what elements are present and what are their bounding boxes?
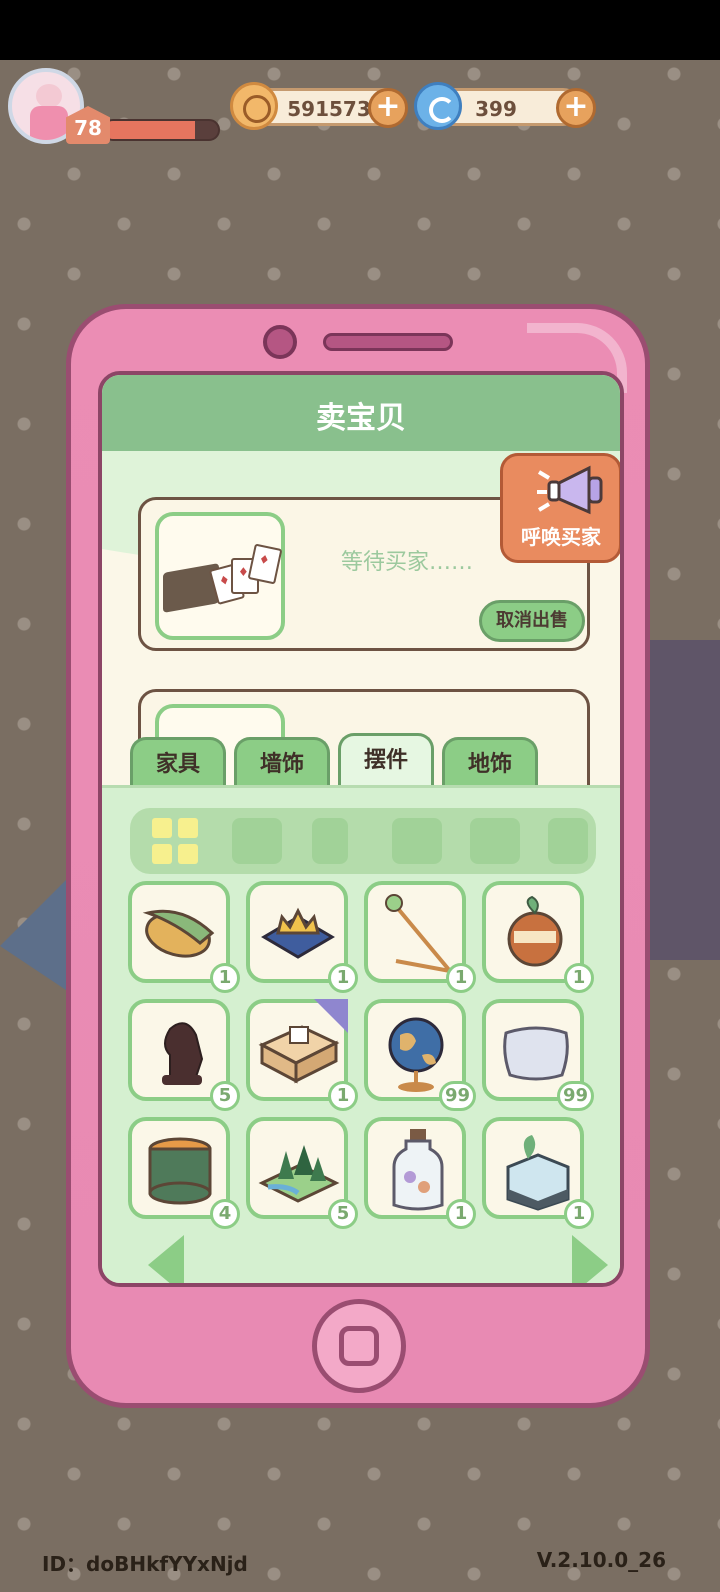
bottle-icon — [392, 1129, 444, 1211]
cancel-sale-button[interactable]: 取消出售 — [479, 600, 585, 642]
background-room — [648, 640, 720, 960]
item-slot-apple-jar[interactable]: 1 — [482, 881, 594, 993]
item-count: 1 — [210, 963, 240, 993]
item-slot-knight[interactable]: 5 — [128, 999, 240, 1111]
tissue-box-icon — [258, 1025, 340, 1084]
next-page-arrow[interactable] — [572, 1235, 608, 1283]
add-coins-button[interactable]: + — [368, 88, 408, 128]
tab-wall-decor[interactable]: 墙饰 — [234, 737, 330, 789]
tab-ornaments[interactable]: 摆件 — [338, 733, 434, 789]
globe-icon — [388, 1017, 444, 1092]
item-count: 1 — [446, 963, 476, 993]
level-value: 78 — [74, 116, 102, 140]
level-badge: 78 — [66, 106, 110, 144]
chess-knight-icon — [162, 1022, 204, 1085]
tab-furniture[interactable]: 家具 — [130, 737, 226, 789]
background-room-left — [0, 880, 66, 990]
phone-speaker — [323, 333, 453, 351]
status-bar — [0, 0, 720, 60]
megaphone-icon — [537, 465, 603, 515]
phone-camera — [263, 325, 297, 359]
page-title: 卖宝贝 — [316, 401, 406, 436]
summon-buyer-button[interactable]: 呼唤买家 — [500, 453, 620, 563]
item-slot-corn[interactable]: 1 — [128, 881, 240, 993]
player-id: ID：doBHkfYYxNjd — [42, 1552, 248, 1576]
tab-floor-decor[interactable]: 地饰 — [442, 737, 538, 789]
version-label: V.2.10.0_26 — [536, 1548, 666, 1572]
add-gems-button[interactable]: + — [556, 88, 596, 128]
sell-screen: 卖宝贝 等待买家…… 取消出售 呼唤买家 — [98, 371, 624, 1287]
prev-page-arrow[interactable] — [148, 1235, 184, 1283]
pillow-icon — [503, 1026, 569, 1081]
item-slot-bottle[interactable]: 1 — [364, 1117, 476, 1229]
category-bar — [130, 808, 596, 874]
coin-icon — [230, 82, 278, 130]
lamp-icon[interactable] — [392, 818, 442, 864]
apple-jar-icon — [507, 895, 563, 967]
phone-frame: 卖宝贝 等待买家…… 取消出售 呼唤买家 — [66, 304, 650, 1408]
avatar-head — [36, 84, 62, 108]
staff-icon — [385, 894, 452, 973]
corn-icon — [142, 909, 215, 958]
sale-item-thumbnail — [155, 512, 285, 640]
item-slot-staff[interactable]: 1 — [364, 881, 476, 993]
grid-icon[interactable] — [152, 818, 202, 864]
item-count: 1 — [446, 1199, 476, 1229]
item-slot-forest[interactable]: 5 — [246, 1117, 358, 1229]
avatar-body — [30, 106, 68, 140]
jar-icon — [148, 1137, 212, 1205]
forest-tile-icon — [258, 1145, 340, 1203]
pot-icon[interactable] — [232, 818, 282, 864]
summon-buyer-label: 呼唤买家 — [521, 525, 601, 549]
item-count: 5 — [210, 1081, 240, 1111]
item-count: 5 — [328, 1199, 358, 1229]
item-slot-terrarium[interactable]: 1 — [482, 1117, 594, 1229]
item-slot-crown[interactable]: 1 — [246, 881, 358, 993]
item-count: 1 — [328, 1081, 358, 1111]
item-count: 99 — [556, 1081, 594, 1111]
xp-bar — [102, 119, 220, 141]
item-slot-tissue-box[interactable]: 1 — [246, 999, 358, 1111]
item-slot-jar[interactable]: 4 — [128, 1117, 240, 1229]
item-count: 1 — [564, 963, 594, 993]
swirl-gem-icon — [414, 82, 462, 130]
item-count: 4 — [210, 1199, 240, 1229]
crown-cushion-icon — [261, 907, 335, 959]
screen-header: 卖宝贝 — [102, 375, 620, 451]
cup-icon[interactable] — [312, 818, 348, 864]
item-count: 1 — [328, 963, 358, 993]
item-slot-globe[interactable]: 99 — [364, 999, 476, 1111]
item-slot-pillow[interactable]: 99 — [482, 999, 594, 1111]
vase-icon[interactable] — [548, 818, 588, 864]
xp-fill — [104, 121, 196, 139]
item-count: 99 — [438, 1081, 476, 1111]
item-count: 1 — [564, 1199, 594, 1229]
phone-home-button[interactable] — [312, 1299, 406, 1393]
terrarium-icon — [506, 1135, 570, 1211]
sale-status: 等待买家…… — [341, 550, 474, 575]
pillow-icon[interactable] — [470, 818, 520, 864]
